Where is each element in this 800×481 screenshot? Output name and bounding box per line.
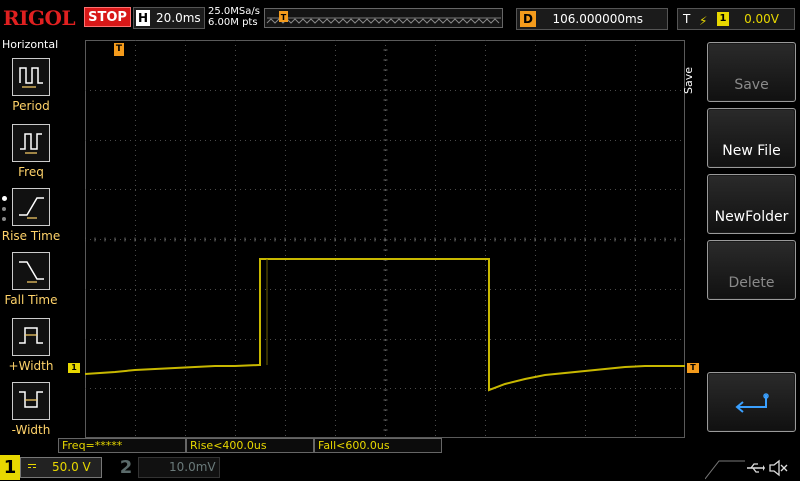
- save-menu: Save Save New File NewFolder Delete: [682, 40, 800, 440]
- menu-title: Horizontal: [2, 38, 59, 51]
- measure-negative-width[interactable]: -Width: [0, 382, 62, 446]
- fall-time-label: Fall Time: [4, 293, 58, 307]
- save-button[interactable]: Save: [707, 42, 796, 102]
- measure-period[interactable]: Period: [0, 58, 62, 122]
- corner-bevel: [705, 460, 745, 480]
- status-icons: [705, 457, 800, 480]
- rise-measurement[interactable]: Rise<400.0us: [186, 438, 314, 453]
- delay-label: D: [520, 11, 536, 27]
- save-menu-title: Save: [682, 66, 696, 95]
- waveform-display[interactable]: [85, 40, 685, 438]
- trigger-position-marker[interactable]: T: [114, 43, 124, 56]
- freq-measurement[interactable]: Freq=*****: [58, 438, 186, 453]
- channel-status-bar: 1 50.0 V 2 10.0mV: [0, 455, 800, 480]
- delete-button[interactable]: Delete: [707, 240, 796, 300]
- dc-coupling-icon: [28, 464, 36, 465]
- usb-icon: [747, 463, 765, 473]
- positive-width-icon: [12, 318, 50, 356]
- acquisition-info: 25.0MSa/s 6.00M pts: [208, 6, 260, 28]
- fall-time-icon: [12, 252, 50, 290]
- rise-time-icon: [12, 188, 50, 226]
- trigger-source: 1: [717, 12, 729, 26]
- ch1-ground-marker[interactable]: 1: [68, 363, 80, 373]
- waveform-grid: [85, 40, 685, 438]
- svg-text:T: T: [281, 13, 287, 22]
- speaker-muted-icon: [769, 459, 788, 477]
- trigger-box[interactable]: T ⚡ 1 0.00V: [677, 8, 795, 30]
- rigol-logo: RIGOL: [3, 6, 76, 30]
- rise-time-label: Rise Time: [1, 229, 61, 243]
- negative-width-icon: [12, 382, 50, 420]
- new-folder-button[interactable]: NewFolder: [707, 174, 796, 234]
- measure-fall-time[interactable]: Fall Time: [0, 252, 62, 316]
- period-icon: [12, 58, 50, 96]
- fall-measurement[interactable]: Fall<600.0us: [314, 438, 442, 453]
- delay-box[interactable]: D 106.000000ms: [516, 8, 668, 30]
- positive-width-label: +Width: [8, 359, 54, 373]
- memory-depth: 6.00M pts: [208, 17, 258, 28]
- trigger-level: 0.00V: [744, 12, 779, 26]
- ch2-scale-box[interactable]: 10.0mV: [138, 457, 220, 478]
- ch2-scale: 10.0mV: [169, 460, 216, 474]
- measure-rise-time[interactable]: Rise Time: [0, 188, 62, 252]
- empty-softkey: [707, 306, 796, 368]
- trigger-label: T: [683, 12, 691, 26]
- enter-button[interactable]: [707, 372, 796, 432]
- negative-width-label: -Width: [11, 423, 51, 437]
- ch2-number[interactable]: 2: [118, 455, 134, 480]
- ch1-scale: 50.0 V: [52, 460, 91, 474]
- top-status-bar: RIGOL STOP H 20.0ms 25.0MSa/s 6.00M pts T…: [0, 0, 800, 36]
- sample-rate: 25.0MSa/s: [208, 6, 260, 17]
- measure-positive-width[interactable]: +Width: [0, 318, 62, 382]
- measurement-results-bar: Freq=***** Rise<400.0us Fall<600.0us: [58, 438, 688, 453]
- rising-edge-icon: ⚡: [699, 14, 708, 28]
- run-stop-indicator[interactable]: STOP: [84, 7, 131, 27]
- timebase-box[interactable]: H 20.0ms: [133, 7, 205, 29]
- horizontal-measure-menu: Horizontal Period Freq Rise Time Fall Ti…: [0, 36, 62, 440]
- freq-label: Freq: [18, 165, 44, 179]
- memory-position-bar[interactable]: T: [264, 8, 503, 28]
- memory-waveform-preview: T: [266, 11, 501, 24]
- timebase-value: 20.0ms: [156, 11, 201, 25]
- new-file-button[interactable]: New File: [707, 108, 796, 168]
- timebase-label: H: [136, 10, 150, 26]
- enter-return-icon: [735, 393, 769, 413]
- delay-value: 106.000000ms: [552, 12, 643, 26]
- measure-freq[interactable]: Freq: [0, 124, 62, 188]
- ch1-scale-box[interactable]: 50.0 V: [20, 457, 102, 478]
- period-label: Period: [12, 99, 50, 113]
- freq-icon: [12, 124, 50, 162]
- dc-coupling-icon-dash: [28, 467, 36, 468]
- ch1-number[interactable]: 1: [0, 455, 20, 480]
